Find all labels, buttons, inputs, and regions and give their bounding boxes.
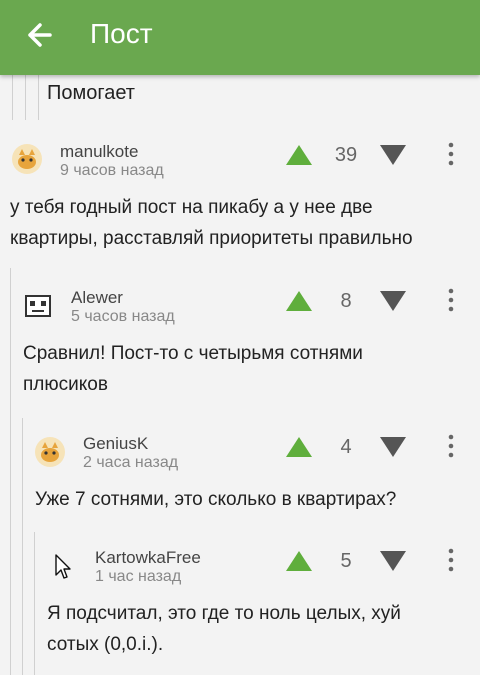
downvote-icon[interactable]	[379, 144, 407, 166]
comment-text-line: Я подсчитал, это где то ноль целых, хуй	[47, 603, 401, 624]
thread-line	[25, 75, 26, 120]
mouse-cursor-icon	[55, 554, 71, 579]
comment-text: Я подсчитал, это где то ноль целых, хуй …	[47, 598, 401, 660]
comment-text-line: у тебя годный пост на пикабу а у нее две	[10, 197, 373, 218]
comment-author[interactable]: KartowkaFree	[95, 548, 201, 568]
page-title: Пост	[90, 18, 153, 49]
cat-avatar	[35, 437, 65, 467]
thread-line	[12, 75, 13, 120]
downvote-icon[interactable]	[379, 550, 407, 572]
comment-score: 4	[340, 436, 352, 458]
downvote-icon[interactable]	[379, 436, 407, 458]
upvote-icon[interactable]	[285, 290, 313, 312]
more-options-icon[interactable]	[441, 286, 461, 316]
upvote-icon[interactable]	[285, 436, 313, 458]
downvote-icon[interactable]	[379, 290, 407, 312]
comment-author[interactable]: manulkote	[60, 142, 138, 162]
app-bar: Пост	[0, 0, 480, 75]
pixel-avatar	[25, 295, 51, 317]
more-options-icon[interactable]	[441, 546, 461, 576]
thread-line	[22, 418, 23, 675]
comment-text-line: плюсиков	[23, 374, 108, 395]
comment-time: 9 часов назад	[60, 162, 164, 179]
more-options-icon[interactable]	[441, 432, 461, 462]
comment-author[interactable]: Alewer	[71, 288, 123, 308]
comment-score: 39	[334, 144, 358, 166]
thread-line	[34, 532, 35, 675]
comment-score: 8	[340, 290, 352, 312]
comment-text: Сравнил! Пост-то с четырьмя сотнями плюс…	[23, 338, 363, 400]
upvote-icon[interactable]	[285, 144, 313, 166]
comment-text: Уже 7 сотнями, это сколько в квартирах?	[35, 484, 396, 515]
comment-time: 5 часов назад	[71, 308, 175, 325]
comment-text-line: Сравнил! Пост-то с четырьмя сотнями	[23, 343, 363, 364]
previous-comment-text: Помогает	[47, 82, 135, 104]
comment-score: 5	[340, 550, 352, 572]
arrow-back-icon	[28, 23, 52, 47]
comment-text-line: сотых (0,0.i.).	[47, 634, 164, 655]
comment-time: 1 час назад	[95, 568, 182, 585]
comment-text-line: Уже 7 сотнями, это сколько в квартирах?	[35, 489, 397, 510]
thread-line	[38, 75, 39, 120]
upvote-icon[interactable]	[285, 550, 313, 572]
comment-text: у тебя годный пост на пикабу а у нее две…	[10, 192, 413, 254]
more-options-icon[interactable]	[441, 140, 461, 170]
thread-line	[10, 268, 11, 675]
cat-avatar	[12, 144, 42, 174]
back-button[interactable]	[20, 17, 62, 55]
comment-text-line: квартиры, расставляй приоритеты правильн…	[10, 228, 413, 249]
comment-time: 2 часа назад	[83, 454, 179, 471]
comment-author[interactable]: GeniusK	[83, 434, 148, 454]
